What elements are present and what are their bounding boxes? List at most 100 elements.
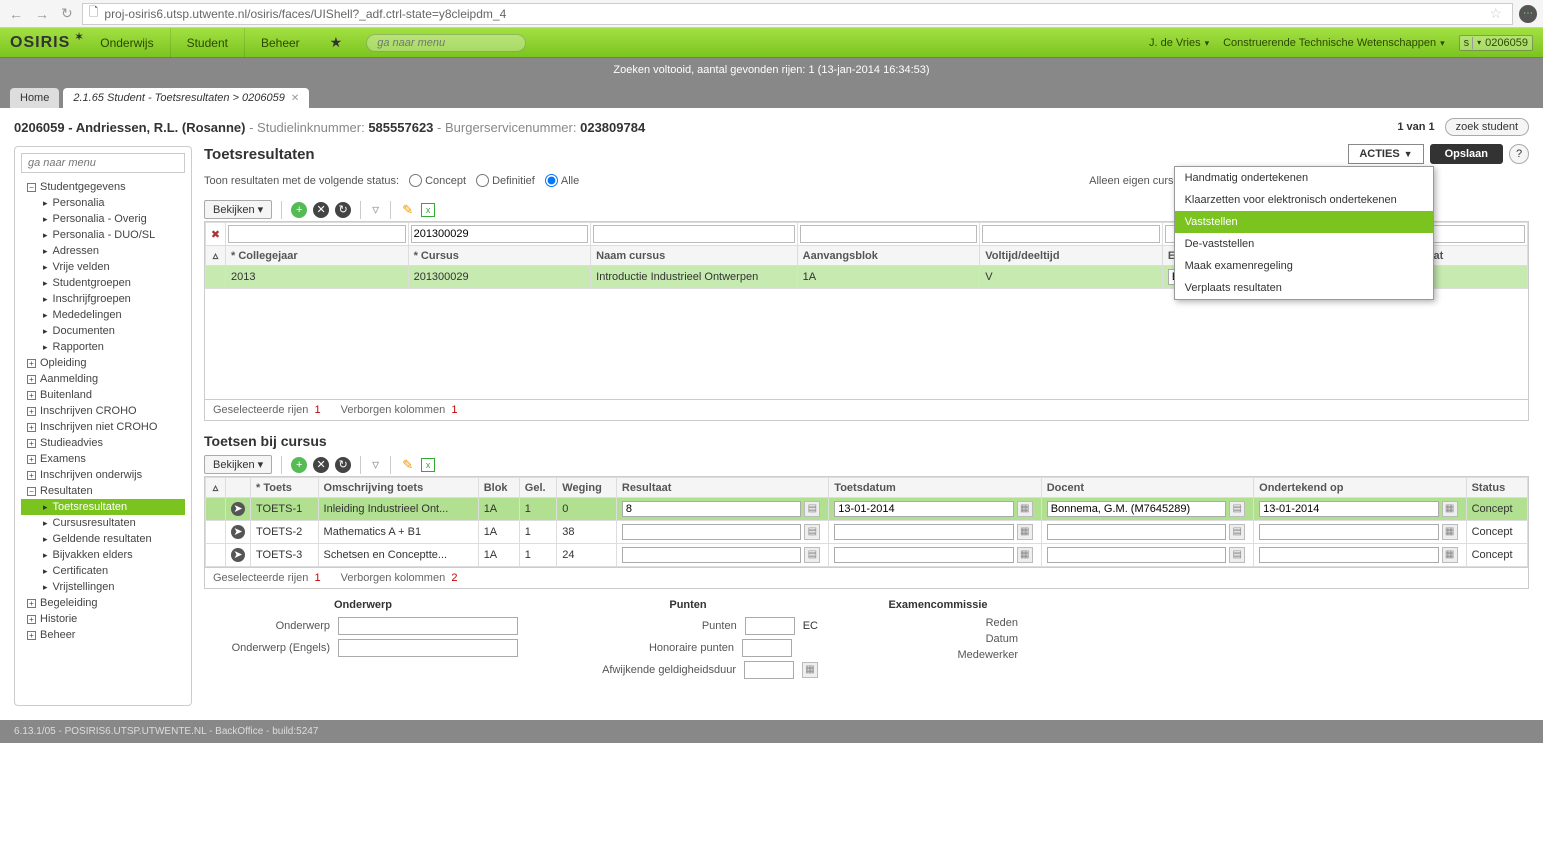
tree-adressen[interactable]: Adressen <box>21 243 185 259</box>
extension-icon[interactable]: ⋯ <box>1519 5 1537 23</box>
menu-examenregeling[interactable]: Maak examenregeling <box>1175 255 1433 277</box>
nav-student[interactable]: Student <box>170 28 244 58</box>
col-omschrijving[interactable]: Omschrijving toets <box>318 478 478 498</box>
col-voltijd[interactable]: Voltijd/deeltijd <box>980 246 1163 266</box>
wand-icon-2[interactable]: ✎ <box>400 457 415 473</box>
bookmark-star-icon[interactable]: ☆ <box>1485 5 1506 22</box>
tree-personalia-duo[interactable]: Personalia - DUO/SL <box>21 227 185 243</box>
filter-naam[interactable] <box>593 225 795 243</box>
filter-collegejaar[interactable] <box>228 225 406 243</box>
menu-klaarzetten[interactable]: Klaarzetten voor elektronisch onderteken… <box>1175 189 1433 211</box>
lov-icon[interactable]: ▤ <box>1229 524 1245 540</box>
col-docent[interactable]: Docent <box>1041 478 1253 498</box>
tree-historie[interactable]: +Historie <box>21 611 185 627</box>
reload-icon[interactable]: ↻ <box>58 5 76 22</box>
radio-alle[interactable]: Alle <box>545 174 579 187</box>
resultaat-input[interactable] <box>622 501 801 517</box>
lov-icon[interactable]: ▤ <box>804 547 820 563</box>
col-toetsdatum[interactable]: Toetsdatum <box>829 478 1041 498</box>
wand-icon[interactable]: ✎ <box>400 202 415 218</box>
zoek-student-button[interactable]: zoek student <box>1445 118 1529 136</box>
excel-icon[interactable]: x <box>421 203 435 217</box>
back-icon[interactable]: ← <box>6 6 26 22</box>
radio-definitief[interactable]: Definitief <box>476 174 535 187</box>
tree-resultaten[interactable]: −Resultaten <box>21 483 185 499</box>
lov-icon[interactable]: ▤ <box>1229 501 1245 517</box>
lov-icon[interactable]: ▤ <box>804 524 820 540</box>
grid2-row[interactable]: ➤TOETS-1Inleiding Industrieel Ont...1A10… <box>206 498 1528 521</box>
tree-certificaten[interactable]: Certificaten <box>21 563 185 579</box>
tree-inschrijven-niet-croho[interactable]: +Inschrijven niet CROHO <box>21 419 185 435</box>
inp-onderwerp-en[interactable] <box>338 639 518 657</box>
docent-input[interactable] <box>1047 524 1226 540</box>
forward-icon[interactable]: → <box>32 6 52 22</box>
sidebar-search-input[interactable] <box>21 153 185 173</box>
tree-vrijstellingen[interactable]: Vrijstellingen <box>21 579 185 595</box>
ondertekend-input[interactable] <box>1259 524 1438 540</box>
tree-inschrijven-onderwijs[interactable]: +Inschrijven onderwijs <box>21 467 185 483</box>
inp-honoraire[interactable] <box>742 639 792 657</box>
delete-icon-2[interactable]: ✕ <box>313 457 329 473</box>
tree-opleiding[interactable]: +Opleiding <box>21 355 185 371</box>
tab-home[interactable]: Home <box>10 88 59 108</box>
col-gel[interactable]: Gel. <box>519 478 557 498</box>
grid2-row[interactable]: ➤TOETS-3Schetsen en Conceptte...1A124 ▤ … <box>206 544 1528 567</box>
sort-icon[interactable]: ▵ <box>206 246 226 266</box>
col-status[interactable]: Status <box>1466 478 1527 498</box>
calendar-icon[interactable]: ▦ <box>1442 547 1458 563</box>
user-menu[interactable]: J. de Vries <box>1149 37 1209 49</box>
calendar-icon[interactable]: ▦ <box>1442 501 1458 517</box>
col-blok[interactable]: Blok <box>478 478 519 498</box>
toetsdatum-input[interactable] <box>834 524 1013 540</box>
menu-vaststellen[interactable]: Vaststellen <box>1175 211 1433 233</box>
ondertekend-input[interactable] <box>1259 501 1438 517</box>
expand-icon[interactable]: ➤ <box>231 548 245 562</box>
ondertekend-input[interactable] <box>1259 547 1438 563</box>
refresh-icon-2[interactable]: ↻ <box>335 457 351 473</box>
filter-icon[interactable]: ▿ <box>370 201 381 218</box>
tree-personalia[interactable]: Personalia <box>21 195 185 211</box>
radio-concept[interactable]: Concept <box>409 174 466 187</box>
col-aanvangsblok[interactable]: Aanvangsblok <box>797 246 980 266</box>
nav-search-input[interactable] <box>366 34 526 52</box>
tree-inschrijven-croho[interactable]: +Inschrijven CROHO <box>21 403 185 419</box>
filter-cursus[interactable] <box>411 225 589 243</box>
calendar-icon[interactable]: ▦ <box>1442 524 1458 540</box>
lov-icon[interactable]: ▤ <box>804 501 820 517</box>
tree-begeleiding[interactable]: +Begeleiding <box>21 595 185 611</box>
filter-icon-2[interactable]: ▿ <box>370 456 381 473</box>
delete-icon[interactable]: ✕ <box>313 202 329 218</box>
col-ondertekend[interactable]: Ondertekend op <box>1254 478 1466 498</box>
tree-rapporten[interactable]: Rapporten <box>21 339 185 355</box>
tree-studentgegevens[interactable]: −Studentgegevens <box>21 179 185 195</box>
tab-close-icon[interactable]: ✕ <box>291 93 299 104</box>
col-weging[interactable]: Weging <box>557 478 617 498</box>
col-toets[interactable]: * Toets <box>251 478 319 498</box>
tree-bijvakken-elders[interactable]: Bijvakken elders <box>21 547 185 563</box>
tree-mededelingen[interactable]: Mededelingen <box>21 307 185 323</box>
tree-studentgroepen[interactable]: Studentgroepen <box>21 275 185 291</box>
menu-handmatig[interactable]: Handmatig ondertekenen <box>1175 167 1433 189</box>
calendar-icon[interactable]: ▦ <box>1017 547 1033 563</box>
excel-icon-2[interactable]: x <box>421 458 435 472</box>
inp-geldigheid[interactable] <box>744 661 794 679</box>
col-resultaat[interactable]: Resultaat <box>616 478 828 498</box>
filter-blok[interactable] <box>800 225 978 243</box>
calendar-icon[interactable]: ▦ <box>1017 524 1033 540</box>
bekijken-button-2[interactable]: Bekijken ▾ <box>204 455 272 474</box>
help-button[interactable]: ? <box>1509 144 1529 164</box>
col-naam[interactable]: Naam cursus <box>591 246 798 266</box>
refresh-icon[interactable]: ↻ <box>335 202 351 218</box>
tree-personalia-overig[interactable]: Personalia - Overig <box>21 211 185 227</box>
nav-onderwijs[interactable]: Onderwijs <box>84 28 169 58</box>
faculty-menu[interactable]: Construerende Technische Wetenschappen <box>1223 37 1445 49</box>
calendar-icon[interactable]: ▦ <box>802 662 818 678</box>
expand-icon[interactable]: ➤ <box>231 525 245 539</box>
sort-icon-2[interactable]: ▵ <box>206 478 226 498</box>
resultaat-input[interactable] <box>622 547 801 563</box>
expand-icon[interactable]: ➤ <box>231 502 245 516</box>
col-cursus[interactable]: * Cursus <box>408 246 591 266</box>
url-bar[interactable]: 🗋 proj-osiris6.utsp.utwente.nl/osiris/fa… <box>82 3 1513 25</box>
lov-icon[interactable]: ▤ <box>1229 547 1245 563</box>
resultaat-input[interactable] <box>622 524 801 540</box>
